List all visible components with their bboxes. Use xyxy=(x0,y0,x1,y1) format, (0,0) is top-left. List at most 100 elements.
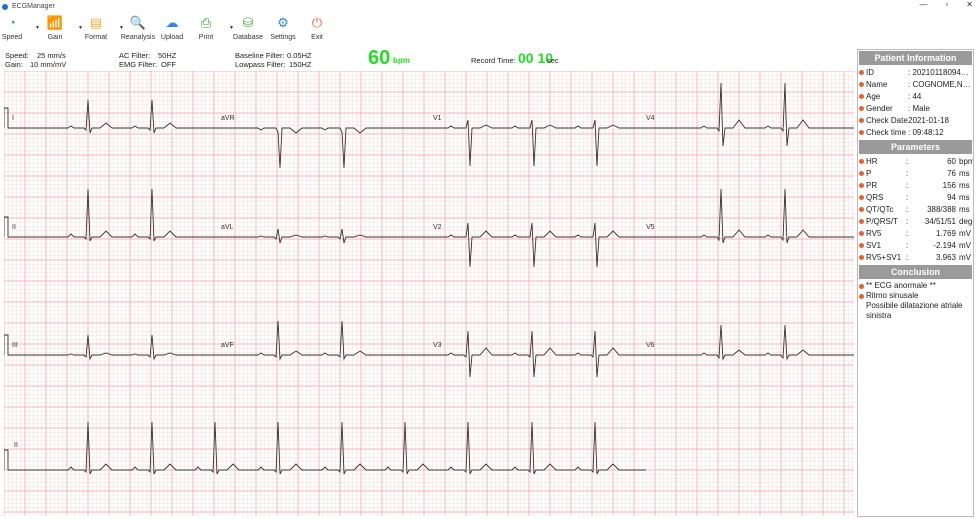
database-icon: ⛁ xyxy=(242,15,254,30)
parameter-row: P:76 ms xyxy=(858,168,973,180)
bullet-icon xyxy=(859,130,864,135)
speedometer-icon: ◔ xyxy=(8,15,16,30)
power-icon: ⏻ xyxy=(311,15,323,30)
printer-icon: ⎙ xyxy=(200,15,212,30)
ecg-trace-V6 xyxy=(640,324,854,361)
toolbar-label: Settings xyxy=(270,34,296,41)
lead-label: aVF xyxy=(221,342,234,349)
speed-label: Speed: xyxy=(5,51,29,60)
patient-field: Name: COGNOME,NO... xyxy=(858,79,973,91)
side-panel: Patient Information ID: 20210118094812 Na… xyxy=(857,49,974,517)
ecg-grid xyxy=(4,71,854,516)
bullet-icon xyxy=(859,243,864,248)
bullet-icon xyxy=(859,106,864,111)
lead-label: V4 xyxy=(646,115,655,122)
record-time-label: Record Time: xyxy=(471,56,516,65)
gain-value: 10 mm/mV xyxy=(30,60,67,69)
conclusion-text: ** ECG anormale ** Ritmo sinusale Possib… xyxy=(858,281,973,321)
ecg-trace-I xyxy=(4,99,215,134)
ac-filter-value: 50HZ xyxy=(158,51,177,60)
lead-label: aVL xyxy=(221,224,234,231)
baseline-filter-value: 0.05HZ xyxy=(287,51,312,60)
parameter-row: SV1: -2.194 mV xyxy=(858,240,973,252)
bullet-icon xyxy=(859,118,864,123)
patient-field: Gender: Male xyxy=(858,103,973,115)
conclusion-line: Ritmo sinusale xyxy=(866,291,919,300)
heart-rate-unit: bpm xyxy=(393,56,410,65)
bullet-icon xyxy=(859,82,864,87)
maximize-button[interactable]: ▫ xyxy=(945,0,948,9)
parameter-row: QRS:94 ms xyxy=(858,192,973,204)
window-title: ECGManager xyxy=(12,3,55,10)
speed-button[interactable]: ◔ Speed ▼ xyxy=(0,13,40,41)
format-doc-icon: ▤ xyxy=(89,15,103,30)
bullet-icon xyxy=(859,159,864,164)
toolbar-label: Print xyxy=(198,34,214,41)
toolbar: ◔ Speed ▼ 📶 Gain ▼ ▤ Format ▼ 🔍 Reanalysis ☁ Upload ⎙… xyxy=(0,13,977,46)
conclusion-line: ** ECG anormale ** xyxy=(866,281,936,290)
ecg-chart: IaVR V1 V4 II aVL V2 V5 III aVF V3 V6 II xyxy=(4,71,854,516)
heart-rate-value: 60 xyxy=(368,47,391,69)
ecg-trace-V3 xyxy=(427,330,640,378)
parameter-row: PR:156 ms xyxy=(858,180,973,192)
record-time-unit: sec xyxy=(547,56,559,65)
exit-button[interactable]: ⏻ Exit xyxy=(295,13,339,41)
toolbar-label: Speed xyxy=(1,34,23,41)
close-button[interactable]: ✕ xyxy=(966,0,973,9)
lead-label: V6 xyxy=(646,342,655,349)
cloud-upload-icon: ☁ xyxy=(165,15,179,30)
lead-label: I xyxy=(12,115,14,122)
parameter-row: QT/QTc:388/388 ms xyxy=(858,204,973,216)
settings-info: Speed: 25 mm/s Gain: 10 mm/mV AC Filter:… xyxy=(0,50,855,72)
rhythm-lead-label: II xyxy=(14,442,18,449)
parameter-row: RV5:1.769 mV xyxy=(858,228,973,240)
print-button[interactable]: ⎙ Print ▼ xyxy=(184,13,234,41)
bullet-icon xyxy=(859,195,864,200)
gear-icon: ⚙ xyxy=(277,15,289,30)
bullet-icon xyxy=(859,70,864,75)
signal-bars-icon: 📶 xyxy=(46,15,64,30)
lowpass-filter-value: 150HZ xyxy=(289,60,312,69)
parameters-header: Parameters xyxy=(859,140,972,154)
toolbar-label: Format xyxy=(84,34,108,41)
bullet-icon xyxy=(859,171,864,176)
lowpass-filter-label: Lowpass Filter: xyxy=(235,60,286,69)
ecg-trace-V2 xyxy=(427,222,640,268)
toolbar-label: Exit xyxy=(311,34,323,41)
lead-label: V5 xyxy=(646,224,655,231)
toolbar-label: Database xyxy=(233,34,263,41)
magnifier-icon: 🔍 xyxy=(129,15,147,30)
patient-field: Check Date 2021-01-18 xyxy=(858,115,973,127)
lead-label: V2 xyxy=(433,224,442,231)
conclusion-line: Possibile dilatazione atriale sinistra xyxy=(866,301,963,320)
lead-label: II xyxy=(12,224,16,231)
ecg-trace-III xyxy=(4,334,215,361)
emg-filter-label: EMG Filter: xyxy=(119,60,157,69)
bullet-icon xyxy=(859,255,864,260)
bullet-icon xyxy=(859,231,864,236)
baseline-filter-label: Baseline Filter: xyxy=(235,51,285,60)
toolbar-label: Upload xyxy=(160,34,184,41)
emg-filter-value: OFF xyxy=(161,60,176,69)
lead-label: V3 xyxy=(433,342,442,349)
ac-filter-label: AC Filter: xyxy=(119,51,151,60)
bullet-icon xyxy=(859,183,864,188)
parameter-row: HR:60 bpm xyxy=(858,156,973,168)
parameter-row: P/QRS/T:34/51/51 deg xyxy=(858,216,973,228)
gain-label: Gain: xyxy=(5,60,23,69)
bullet-icon xyxy=(859,94,864,99)
lead-label: aVR xyxy=(221,115,235,122)
bullet-icon xyxy=(859,219,864,224)
ecg-trace-V4 xyxy=(640,82,854,147)
title-bar: ECGManager — ▫ ✕ xyxy=(0,0,977,13)
lead-label: V1 xyxy=(433,115,442,122)
minimize-button[interactable]: — xyxy=(919,0,927,9)
gain-button[interactable]: 📶 Gain ▼ xyxy=(33,13,83,41)
parameter-row: RV5+SV1:3.963 mV xyxy=(858,252,973,264)
lead-label: III xyxy=(12,342,18,349)
app-icon xyxy=(2,3,8,10)
patient-field: ID: 20210118094812 xyxy=(858,67,973,79)
toolbar-label: Gain xyxy=(47,34,63,41)
ecg-trace-aVL xyxy=(215,228,427,244)
format-button[interactable]: ▤ Format ▼ xyxy=(74,13,124,41)
